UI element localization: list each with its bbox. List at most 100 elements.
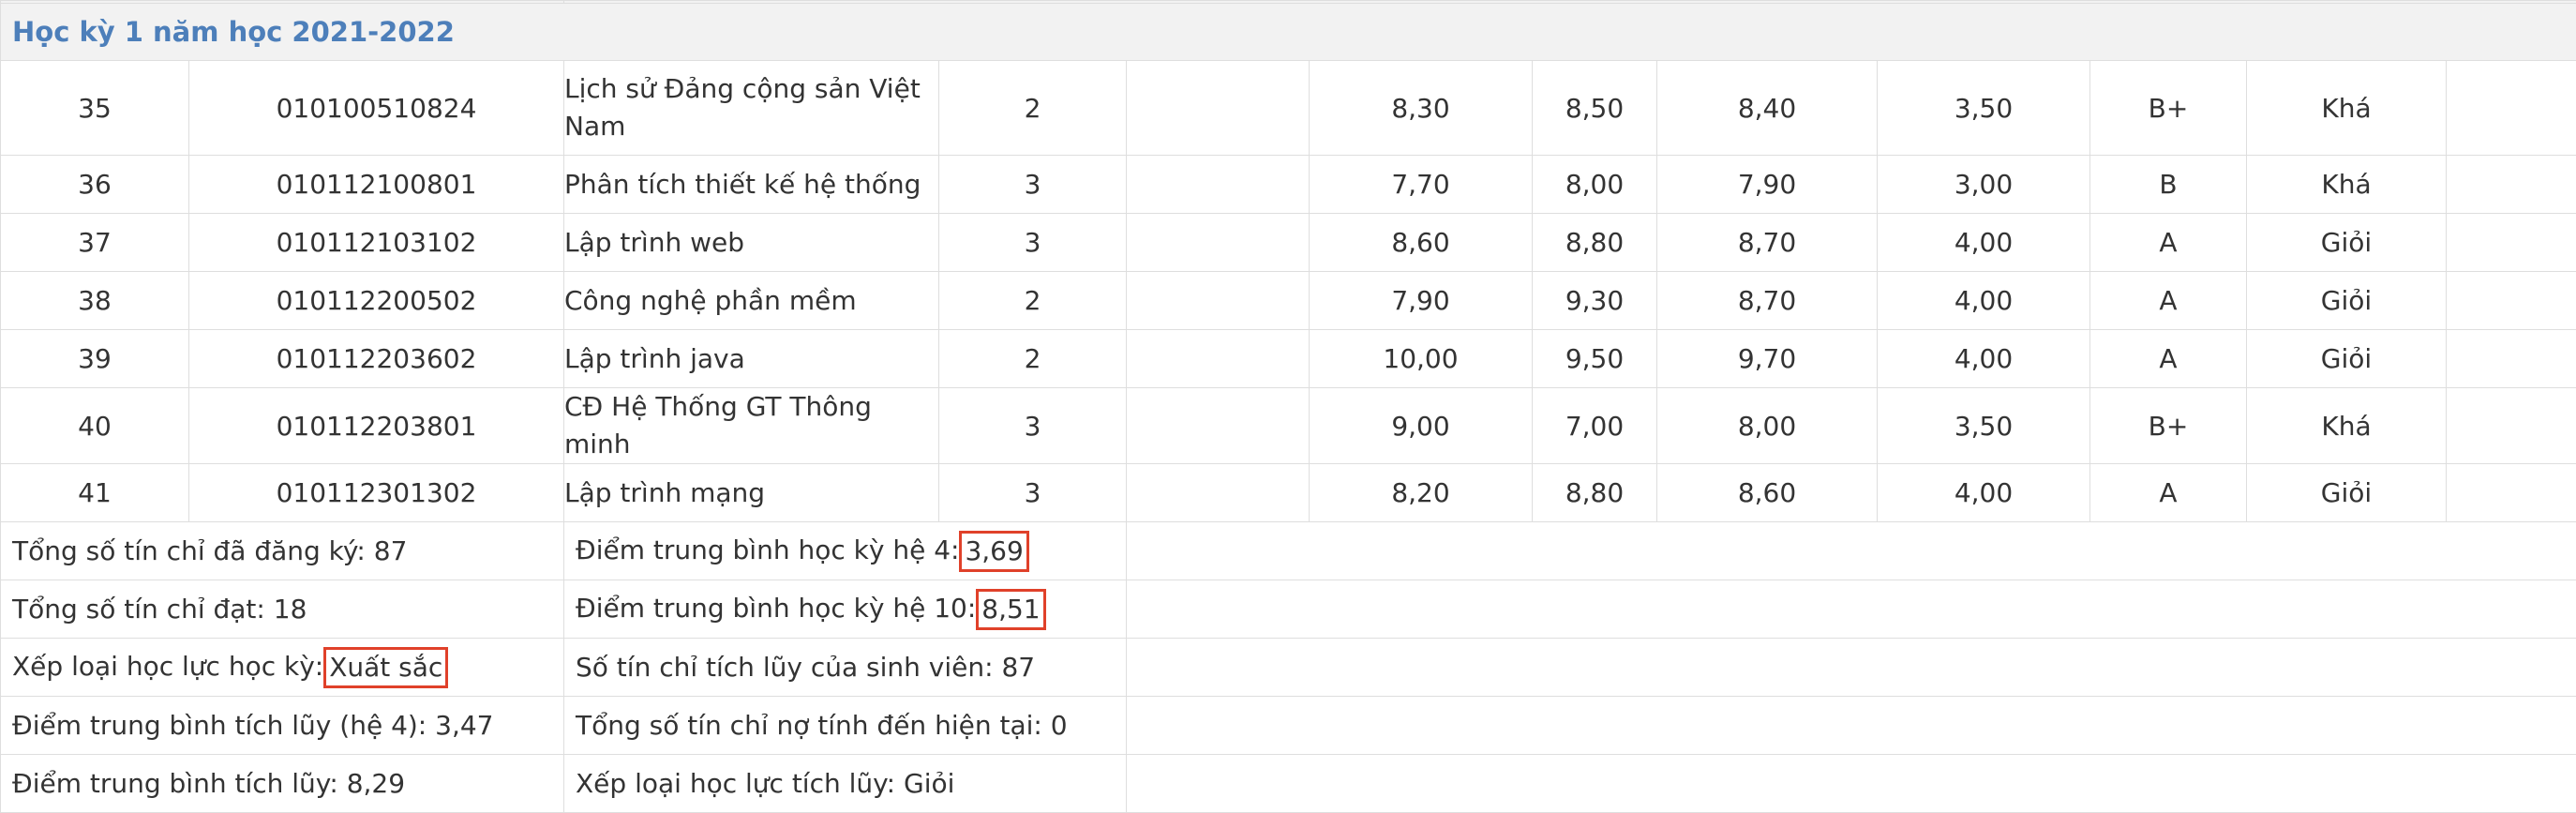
course-score-4: 4,00	[1878, 330, 2090, 388]
cumulative-gpa-4-value: 3,47	[435, 710, 493, 741]
course-code: 010112200502	[189, 272, 564, 330]
grades-table: Học kỳ 1 năm học 2021-2022 3501010051082…	[0, 0, 2576, 813]
course-score-component-1: 10,00	[1310, 330, 1533, 388]
course-score-component-2: 8,00	[1533, 156, 1657, 214]
summary-row: Điểm trung bình tích lũy: 8,29Xếp loại h…	[1, 755, 2576, 813]
passed-credits-label: Tổng số tín chỉ đạt:	[12, 594, 265, 625]
summary-empty-cell	[1127, 522, 2576, 580]
course-score-4: 3,50	[1878, 388, 2090, 464]
course-letter-grade: A	[2090, 464, 2247, 522]
course-score-4: 4,00	[1878, 214, 2090, 272]
course-credits: 2	[939, 272, 1127, 330]
table-row: 36010112100801Phân tích thiết kế hệ thốn…	[1, 156, 2576, 214]
course-score-4: 3,50	[1878, 61, 2090, 156]
course-credits: 2	[939, 330, 1127, 388]
course-score-10: 9,70	[1657, 330, 1878, 388]
course-letter-grade: A	[2090, 330, 2247, 388]
course-trailing-cell	[2447, 330, 2576, 388]
course-trailing-cell	[2447, 214, 2576, 272]
course-code: 010112301302	[189, 464, 564, 522]
summary-row: Tổng số tín chỉ đã đăng ký: 87Điểm trung…	[1, 522, 2576, 580]
semester-rank-value: Xuất sắc	[323, 647, 448, 688]
course-rank: Khá	[2247, 156, 2447, 214]
registered-credits-label: Tổng số tín chỉ đã đăng ký:	[12, 535, 366, 566]
course-trailing-cell	[2447, 388, 2576, 464]
summary-row: Điểm trung bình tích lũy (hệ 4): 3,47 Tổn…	[1, 697, 2576, 755]
semester-title: Học kỳ 1 năm học 2021-2022	[1, 4, 2576, 61]
course-score-component-1: 8,20	[1310, 464, 1533, 522]
course-stt: 35	[1, 61, 189, 156]
course-score-4: 4,00	[1878, 464, 2090, 522]
course-empty-cell	[1127, 214, 1310, 272]
course-empty-cell	[1127, 464, 1310, 522]
course-letter-grade: B+	[2090, 61, 2247, 156]
course-score-component-2: 7,00	[1533, 388, 1657, 464]
course-rank: Giỏi	[2247, 464, 2447, 522]
debt-credits-cell: Tổng số tín chỉ nợ tính đến hiện tại: 0	[564, 697, 1127, 755]
course-name: Công nghệ phần mềm	[564, 272, 939, 330]
course-stt: 40	[1, 388, 189, 464]
course-empty-cell	[1127, 156, 1310, 214]
semester-gpa-10-label: Điểm trung bình học kỳ hệ 10:	[576, 593, 976, 624]
course-credits: 3	[939, 156, 1127, 214]
course-code: 010112103102	[189, 214, 564, 272]
course-code: 010100510824	[189, 61, 564, 156]
course-stt: 39	[1, 330, 189, 388]
course-score-component-1: 7,90	[1310, 272, 1533, 330]
cumulative-rank-cell: Xếp loại học lực tích lũy: Giỏi	[564, 755, 1127, 813]
course-credits: 3	[939, 464, 1127, 522]
course-name: CĐ Hệ Thống GT Thông minh	[564, 388, 939, 464]
semester-gpa-4-value: 3,69	[959, 531, 1028, 572]
summary-empty-cell	[1127, 639, 2576, 697]
cumulative-gpa-4-label: Điểm trung bình tích lũy (hệ 4):	[12, 710, 427, 741]
course-score-component-2: 8,80	[1533, 464, 1657, 522]
table-row: 40010112203801CĐ Hệ Thống GT Thông minh3…	[1, 388, 2576, 464]
semester-rank-cell: Xếp loại học lực học kỳ:Xuất sắc	[1, 639, 564, 697]
course-trailing-cell	[2447, 156, 2576, 214]
summary-row: Tổng số tín chỉ đạt: 18 Điểm trung bình h…	[1, 580, 2576, 639]
course-code: 010112100801	[189, 156, 564, 214]
course-name: Phân tích thiết kế hệ thống	[564, 156, 939, 214]
course-stt: 38	[1, 272, 189, 330]
course-rank: Giỏi	[2247, 330, 2447, 388]
table-row: 37010112103102Lập trình web38,608,808,70…	[1, 214, 2576, 272]
passed-credits-value: 18	[274, 594, 307, 625]
cumulative-gpa-cell: Điểm trung bình tích lũy: 8,29	[1, 755, 564, 813]
summary-row: Xếp loại học lực học kỳ:Xuất sắcSố tín c…	[1, 639, 2576, 697]
course-credits: 3	[939, 214, 1127, 272]
course-score-component-1: 9,00	[1310, 388, 1533, 464]
cumulative-gpa-label: Điểm trung bình tích lũy:	[12, 768, 338, 799]
course-credits: 2	[939, 61, 1127, 156]
table-row: 39010112203602Lập trình java210,009,509,…	[1, 330, 2576, 388]
course-score-10: 8,60	[1657, 464, 1878, 522]
semester-gpa-10-cell: Điểm trung bình học kỳ hệ 10:8,51	[564, 580, 1127, 639]
course-trailing-cell	[2447, 272, 2576, 330]
course-letter-grade: A	[2090, 214, 2247, 272]
grade-report: Học kỳ 1 năm học 2021-2022 3501010051082…	[0, 0, 2576, 797]
course-name: Lập trình java	[564, 330, 939, 388]
course-rank: Giỏi	[2247, 214, 2447, 272]
course-name: Lịch sử Đảng cộng sản Việt Nam	[564, 61, 939, 156]
course-letter-grade: A	[2090, 272, 2247, 330]
course-name: Lập trình mạng	[564, 464, 939, 522]
registered-credits-value: 87	[374, 535, 408, 566]
course-rank: Giỏi	[2247, 272, 2447, 330]
table-row: 38010112200502Công nghệ phần mềm27,909,3…	[1, 272, 2576, 330]
course-letter-grade: B+	[2090, 388, 2247, 464]
registered-credits-cell: Tổng số tín chỉ đã đăng ký: 87	[1, 522, 564, 580]
course-score-10: 8,70	[1657, 214, 1878, 272]
summary-empty-cell	[1127, 755, 2576, 813]
semester-header-row: Học kỳ 1 năm học 2021-2022	[1, 4, 2576, 61]
debt-credits-value: 0	[1051, 710, 1068, 741]
cumulative-rank-label: Xếp loại học lực tích lũy:	[576, 768, 895, 799]
semester-gpa-10-value: 8,51	[976, 589, 1045, 630]
grades-body: Học kỳ 1 năm học 2021-2022 3501010051082…	[1, 1, 2576, 813]
summary-empty-cell	[1127, 580, 2576, 639]
course-credits: 3	[939, 388, 1127, 464]
course-empty-cell	[1127, 388, 1310, 464]
course-rank: Khá	[2247, 61, 2447, 156]
course-score-10: 8,40	[1657, 61, 1878, 156]
course-score-10: 7,90	[1657, 156, 1878, 214]
course-score-4: 3,00	[1878, 156, 2090, 214]
table-row: 35010100510824Lịch sử Đảng cộng sản Việt…	[1, 61, 2576, 156]
